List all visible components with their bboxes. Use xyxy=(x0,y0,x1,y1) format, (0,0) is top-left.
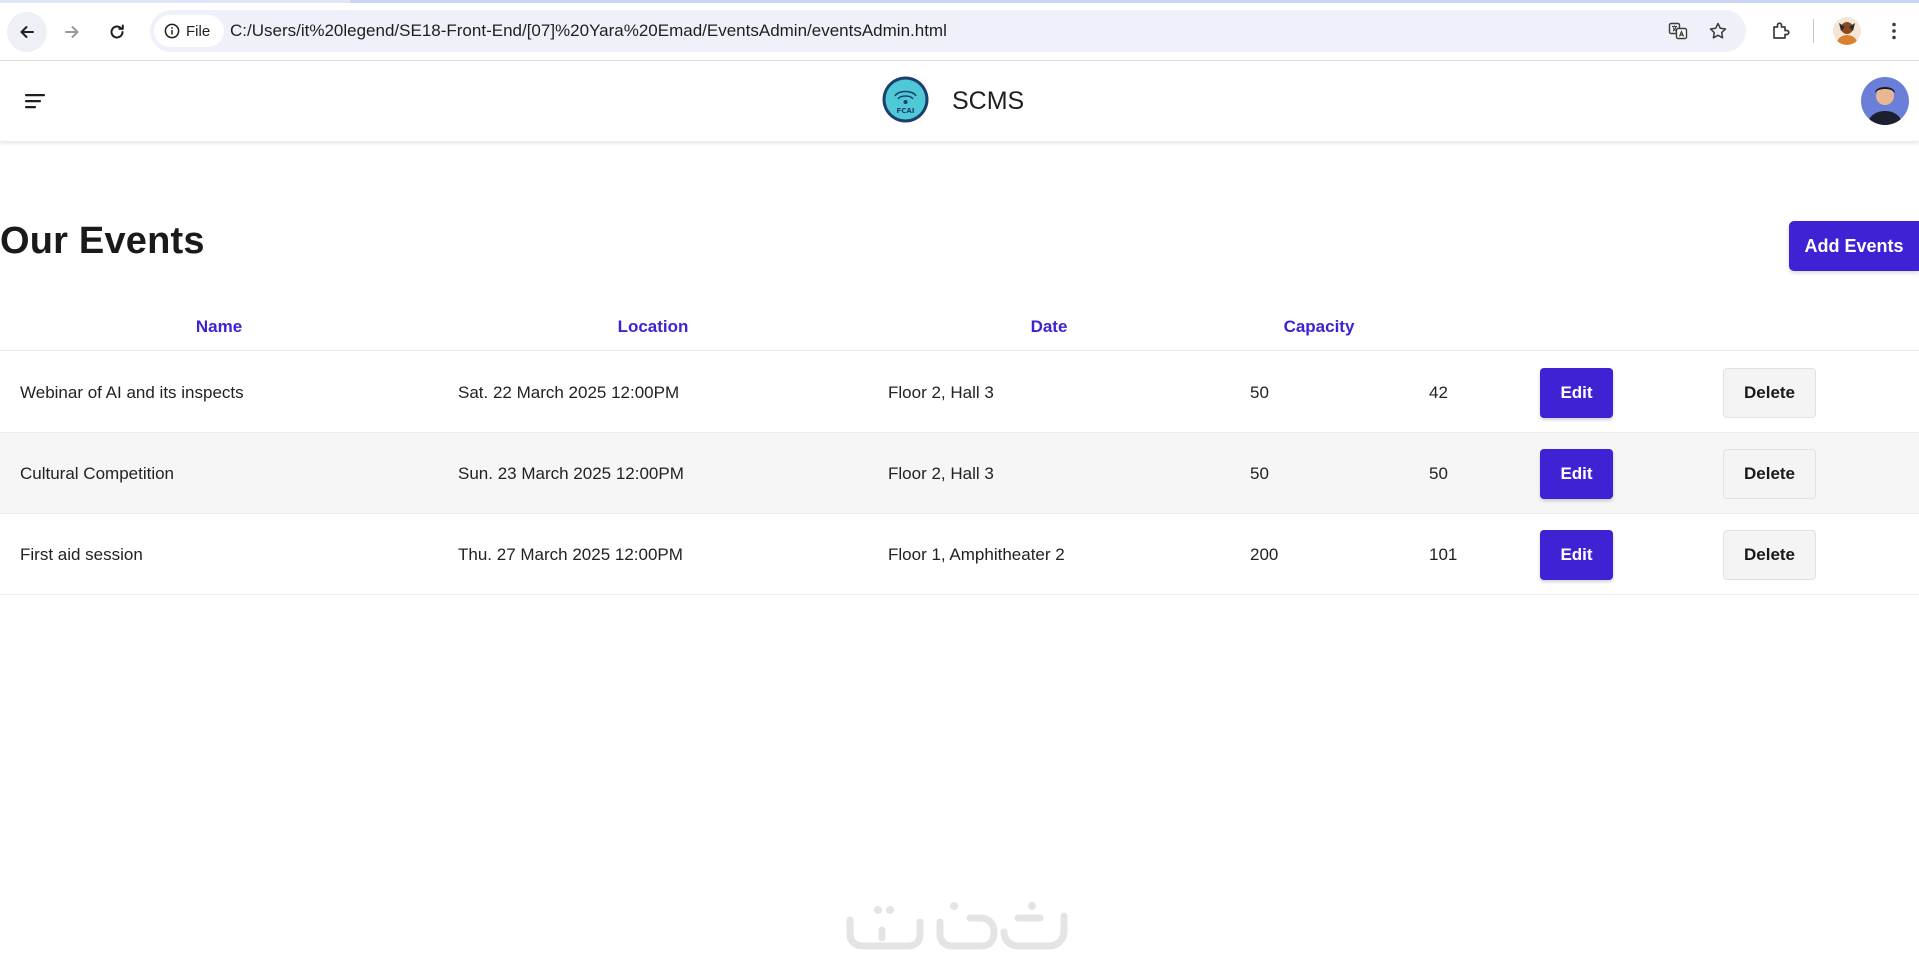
user-photo-icon xyxy=(1861,77,1909,125)
event-date: Thu. 27 March 2025 12:00PM xyxy=(458,545,683,564)
column-header-name: Name xyxy=(195,317,243,336)
column-header-location: Location xyxy=(617,317,689,336)
table-row: First aid session Thu. 27 March 2025 12:… xyxy=(0,514,1919,595)
hamburger-menu-icon[interactable] xyxy=(22,88,48,114)
event-name: First aid session xyxy=(20,545,143,564)
reload-icon xyxy=(110,24,124,39)
info-icon xyxy=(164,23,180,39)
event-registered-count: 50 xyxy=(1429,464,1448,483)
url-text[interactable]: C:/Users/it%20legend/SE18-Front-End/[07]… xyxy=(230,10,947,52)
user-avatar[interactable] xyxy=(1861,77,1909,125)
events-table-header: Name Location Date Capacity xyxy=(0,304,1919,351)
event-registered-count: 42 xyxy=(1429,383,1448,402)
reload-button[interactable] xyxy=(97,12,137,52)
edit-button[interactable]: Edit xyxy=(1540,368,1613,418)
tab-strip xyxy=(0,0,1919,3)
event-capacity: 200 xyxy=(1250,545,1279,564)
arrow-right-icon xyxy=(65,26,79,38)
extensions-puzzle-icon[interactable] xyxy=(1769,19,1793,43)
logo-emblem-icon: FCAI xyxy=(882,76,929,123)
event-location: Floor 2, Hall 3 xyxy=(888,383,994,402)
page-title: Our Events xyxy=(0,220,205,262)
add-events-button[interactable]: Add Events xyxy=(1789,221,1919,271)
event-name: Webinar of AI and its inspects xyxy=(20,383,244,402)
delete-button[interactable]: Delete xyxy=(1723,530,1816,580)
site-info-chip[interactable]: File xyxy=(154,15,225,47)
watermark-logo xyxy=(846,902,1068,950)
translate-icon[interactable] xyxy=(1668,21,1688,41)
fcai-logo: FCAI xyxy=(882,76,929,123)
delete-button[interactable]: Delete xyxy=(1723,368,1816,418)
toolbar-divider xyxy=(1813,19,1814,43)
column-header-capacity: Capacity xyxy=(1283,317,1355,336)
column-header-date: Date xyxy=(1030,317,1068,336)
browser-menu-kebab-icon[interactable] xyxy=(1882,19,1906,43)
back-button[interactable] xyxy=(7,12,47,52)
forward-button[interactable] xyxy=(52,12,92,52)
profile-image-icon xyxy=(1833,17,1861,45)
edit-button[interactable]: Edit xyxy=(1540,449,1613,499)
edit-button[interactable]: Edit xyxy=(1540,530,1613,580)
event-date: Sat. 22 March 2025 12:00PM xyxy=(458,383,680,402)
event-date: Sun. 23 March 2025 12:00PM xyxy=(458,464,684,483)
table-row: Cultural Competition Sun. 23 March 2025 … xyxy=(0,433,1919,514)
address-bar[interactable]: File C:/Users/it%20legend/SE18-Front-End… xyxy=(150,10,1746,52)
brand-name: SCMS xyxy=(952,87,1025,115)
browser-toolbar: File C:/Users/it%20legend/SE18-Front-End… xyxy=(0,0,1919,61)
event-capacity: 50 xyxy=(1250,464,1269,483)
event-registered-count: 101 xyxy=(1429,545,1458,564)
table-row: Webinar of AI and its inspects Sat. 22 M… xyxy=(0,352,1919,433)
logo-text: FCAI xyxy=(897,107,915,115)
file-label: File xyxy=(186,22,211,40)
event-location: Floor 1, Amphitheater 2 xyxy=(888,545,1065,564)
arrow-left-icon xyxy=(20,26,34,38)
browser-profile-avatar[interactable] xyxy=(1833,17,1861,45)
delete-button[interactable]: Delete xyxy=(1723,449,1816,499)
event-location: Floor 2, Hall 3 xyxy=(888,464,994,483)
bookmark-star-icon[interactable] xyxy=(1708,21,1728,41)
event-name: Cultural Competition xyxy=(20,464,175,483)
app-header: FCAI SCMS xyxy=(0,61,1919,142)
event-capacity: 50 xyxy=(1250,383,1269,402)
active-tab-indicator xyxy=(350,0,1919,3)
